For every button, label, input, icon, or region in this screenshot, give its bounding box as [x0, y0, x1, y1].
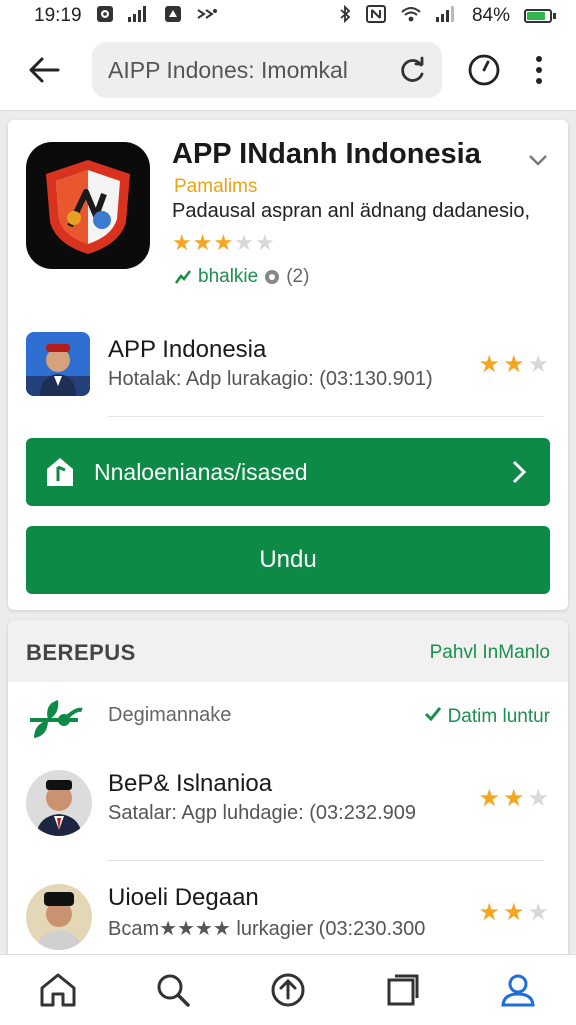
nav-library[interactable]	[346, 955, 461, 1025]
star-filled-icon: ★	[478, 899, 503, 926]
star-filled-icon: ★	[172, 230, 193, 255]
bluetooth-icon	[338, 4, 352, 28]
star-filled-icon: ★	[213, 230, 235, 255]
home-icon	[40, 973, 76, 1007]
app-description: Padausal aspran anl ädnang dadanesio,	[172, 200, 531, 222]
status-bar: 19:19 84%	[0, 0, 576, 32]
person-avatar-icon	[26, 770, 92, 836]
related-app-title: APP Indonesia	[108, 336, 267, 363]
back-button[interactable]	[22, 50, 66, 90]
clock-icon	[468, 54, 500, 86]
collapse-button[interactable]	[524, 146, 552, 174]
timer-button[interactable]	[464, 50, 504, 90]
star-filled-icon: ★	[478, 351, 503, 378]
star-empty-icon: ★	[254, 230, 276, 255]
overflow-menu-button[interactable]	[522, 50, 556, 90]
list-item[interactable]: BeP& Islnanioa Satalar: Agp luhdagie: (0…	[8, 760, 568, 850]
badge-text: bhalkie	[198, 266, 259, 287]
section-card: BEREPUS Pahvl InManlo Degimannake Datim …	[8, 620, 568, 960]
library-icon	[387, 974, 419, 1006]
cell-signal-icon	[435, 5, 458, 27]
nav-search[interactable]	[115, 955, 230, 1025]
section-sub-label: Degimannake	[108, 704, 232, 726]
app-rating-stars: ★★★★★	[172, 230, 276, 256]
star-empty-icon: ★	[527, 899, 552, 926]
list-item-stars: ★★★	[478, 784, 552, 813]
avatar	[26, 770, 92, 836]
star-filled-icon: ★	[192, 230, 214, 255]
sprout-icon	[30, 700, 83, 738]
list-item-title: Uioeli Degaan	[108, 884, 259, 911]
related-app-stars: ★★★	[478, 350, 552, 379]
navigation-button[interactable]: Nnaloenianas/isased	[26, 438, 550, 506]
divider	[108, 416, 544, 417]
nav-home[interactable]	[0, 955, 115, 1025]
section-check-label: Datim luntur	[447, 706, 550, 727]
star-empty-icon: ★	[527, 785, 552, 812]
profile-icon	[501, 974, 536, 1007]
back-arrow-icon	[29, 57, 60, 83]
related-app-avatar	[26, 332, 90, 396]
status-time: 19:19	[34, 5, 82, 26]
star-empty-icon: ★	[234, 230, 255, 255]
app-icon[interactable]	[26, 142, 150, 269]
bottom-navigation	[0, 954, 576, 1025]
chevron-down-icon	[529, 155, 547, 166]
trend-up-icon	[174, 270, 192, 284]
menu-dot-icon	[536, 56, 542, 62]
avatar	[26, 884, 92, 950]
browser-toolbar: AIPP Indones: Imomkal	[0, 32, 576, 111]
app-badge-row: bhalkie (2)	[174, 266, 309, 288]
star-filled-icon: ★	[502, 899, 528, 926]
app-title: APP INdanh Indonesia	[172, 138, 481, 170]
star-empty-icon: ★	[527, 351, 552, 378]
related-app-row[interactable]: APP Indonesia Hotalak: Adp lurakagio: (0…	[8, 326, 568, 406]
media-icon	[96, 5, 114, 28]
section-filter-row[interactable]: Degimannake Datim luntur	[8, 682, 568, 756]
download-button[interactable]: Undu	[26, 526, 550, 594]
list-item-title: BeP& Islnanioa	[108, 770, 273, 797]
signal-icon	[127, 5, 150, 27]
reload-icon	[401, 56, 424, 82]
app-shield-logo-icon	[46, 159, 130, 254]
info-dot-icon	[265, 270, 280, 284]
link-icon	[196, 7, 218, 26]
section-header: BEREPUS Pahvl InManlo	[8, 620, 568, 682]
list-item[interactable]: Uioeli Degaan Bcam★★★★ lurkagier (03:230…	[8, 874, 568, 960]
battery-percent: 84%	[471, 5, 510, 26]
section-check[interactable]: Datim luntur	[424, 706, 550, 728]
related-app-subtitle: Hotalak: Adp lurakagio: (03:130.901)	[108, 368, 433, 390]
star-filled-icon: ★	[502, 351, 528, 378]
section-title: BEREPUS	[26, 640, 136, 665]
section-link[interactable]: Pahvl InManlo	[430, 642, 550, 664]
battery-icon	[524, 9, 556, 23]
app-developer[interactable]: Pamalims	[174, 176, 257, 198]
star-filled-icon: ★	[502, 785, 528, 812]
badge-count: (2)	[286, 266, 310, 287]
url-bar[interactable]: AIPP Indones: Imomkal	[92, 42, 442, 98]
chevron-right-icon	[504, 460, 534, 484]
list-item-stars: ★★★	[478, 898, 552, 927]
check-icon	[425, 707, 442, 722]
search-icon	[157, 974, 190, 1007]
divider	[108, 860, 544, 861]
person-avatar-icon	[26, 884, 92, 950]
navigation-button-label: Nnaloenianas/isased	[94, 458, 308, 485]
wifi-icon	[400, 5, 422, 28]
nfc-icon	[365, 4, 386, 28]
reload-button[interactable]	[398, 55, 428, 85]
star-filled-icon: ★	[478, 785, 503, 812]
person-avatar-icon	[26, 332, 90, 396]
list-item-subtitle: Satalar: Agp luhdagie: (03:232.909	[108, 802, 417, 824]
url-text[interactable]: AIPP Indones: Imomkal	[108, 57, 398, 84]
app-card: APP INdanh Indonesia Pamalims Padausal a…	[8, 120, 568, 610]
nav-profile[interactable]	[461, 955, 576, 1025]
message-icon	[164, 5, 182, 28]
list-item-subtitle: Bcam★★★★ lurkagier (03:230.300	[108, 918, 426, 940]
upload-icon	[271, 973, 305, 1007]
house-flag-icon	[42, 454, 78, 490]
nav-upload[interactable]	[230, 955, 345, 1025]
